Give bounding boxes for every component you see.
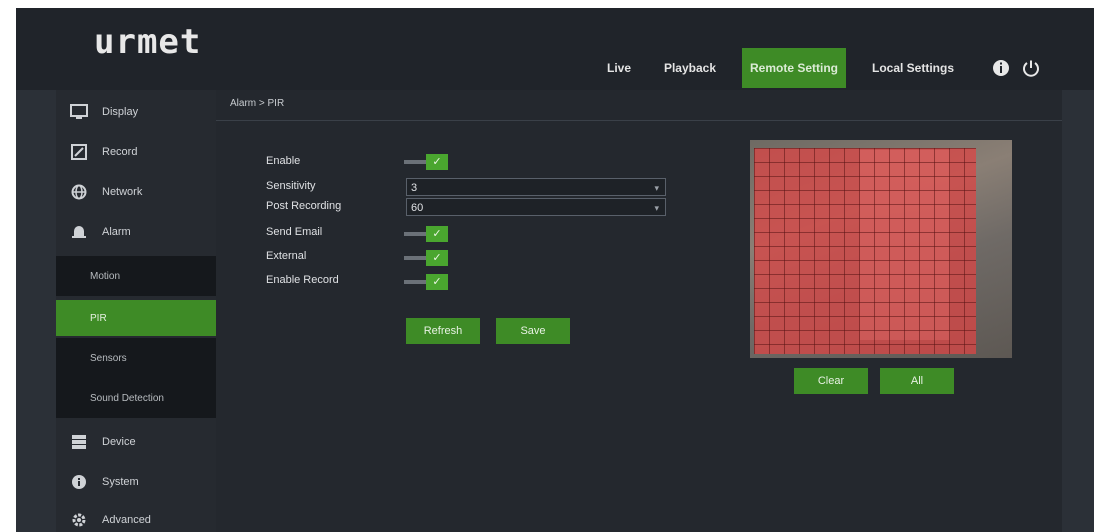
sidebar-item-system[interactable]: System [56, 462, 216, 502]
alarm-icon [68, 221, 90, 243]
display-icon [68, 101, 90, 123]
enable-record-label: Enable Record [266, 274, 339, 286]
sidebar-item-network[interactable]: Network [56, 172, 216, 212]
sidebar-subitem-pir[interactable]: PIR [56, 300, 216, 336]
record-icon [68, 141, 90, 163]
main-content: Alarm > PIR Enable ✓ Sensitivity 3 ▾ Pos… [216, 90, 1062, 532]
sidebar-item-display[interactable]: Display [56, 92, 216, 132]
sidebar-item-label: Record [102, 146, 138, 158]
sidebar-subitem-sound-detection[interactable]: Sound Detection [56, 378, 216, 418]
nav-local-settings[interactable]: Local Settings [870, 48, 956, 88]
nav-playback[interactable]: Playback [656, 48, 724, 88]
network-icon [68, 181, 90, 203]
send-email-label: Send Email [266, 226, 323, 238]
post-recording-select[interactable]: 60 ▾ [406, 198, 666, 216]
nav-remote-setting[interactable]: Remote Setting [742, 48, 846, 88]
save-button[interactable]: Save [496, 318, 570, 344]
power-icon[interactable] [1021, 58, 1041, 78]
enable-toggle[interactable]: ✓ [404, 154, 450, 170]
nav-live[interactable]: Live [594, 48, 644, 88]
detection-area-grid[interactable] [754, 148, 976, 354]
refresh-button[interactable]: Refresh [406, 318, 480, 344]
sensitivity-label: Sensitivity [266, 180, 316, 192]
device-icon [68, 431, 90, 453]
sidebar-item-label: System [102, 476, 139, 488]
check-icon: ✓ [426, 226, 448, 242]
app-window: urmet Live Playback Remote Setting Local… [16, 8, 1094, 532]
info-icon[interactable] [991, 58, 1011, 78]
sidebar-item-advanced[interactable]: Advanced [56, 500, 216, 532]
sensitivity-value: 3 [411, 182, 418, 194]
sidebar-item-alarm[interactable]: Alarm [56, 212, 216, 252]
sidebar-item-label: Device [102, 436, 136, 448]
sidebar-subitem-motion[interactable]: Motion [56, 256, 216, 296]
urmet-logo: urmet [94, 22, 202, 62]
camera-preview[interactable] [750, 140, 1012, 358]
post-recording-value: 60 [411, 202, 424, 214]
divider [216, 120, 1062, 121]
post-recording-label: Post Recording [266, 200, 342, 212]
check-icon: ✓ [426, 154, 448, 170]
chevron-down-icon: ▾ [654, 183, 659, 193]
system-info-icon [68, 471, 90, 493]
sidebar-item-label: Display [102, 106, 139, 118]
sensitivity-select[interactable]: 3 ▾ [406, 178, 666, 196]
check-icon: ✓ [426, 250, 448, 266]
external-label: External [266, 250, 307, 262]
sidebar-item-label: Network [102, 186, 143, 198]
all-button[interactable]: All [880, 368, 954, 394]
breadcrumb: Alarm > PIR [230, 98, 285, 109]
gear-icon [68, 509, 90, 531]
clear-button[interactable]: Clear [794, 368, 868, 394]
enable-label: Enable [266, 155, 301, 167]
sidebar-item-label: Advanced [102, 514, 151, 526]
sidebar-item-label: Alarm [102, 226, 131, 238]
enable-record-toggle[interactable]: ✓ [404, 274, 450, 290]
sidebar: Display Record Network Alarm Motion PIR … [56, 90, 216, 532]
check-icon: ✓ [426, 274, 448, 290]
sidebar-item-device[interactable]: Device [56, 422, 216, 462]
chevron-down-icon: ▾ [654, 203, 659, 213]
external-toggle[interactable]: ✓ [404, 250, 450, 266]
sidebar-item-record[interactable]: Record [56, 132, 216, 172]
sidebar-subitem-sensors[interactable]: Sensors [56, 338, 216, 378]
send-email-toggle[interactable]: ✓ [404, 226, 450, 242]
top-bar: urmet Live Playback Remote Setting Local… [16, 8, 1094, 90]
